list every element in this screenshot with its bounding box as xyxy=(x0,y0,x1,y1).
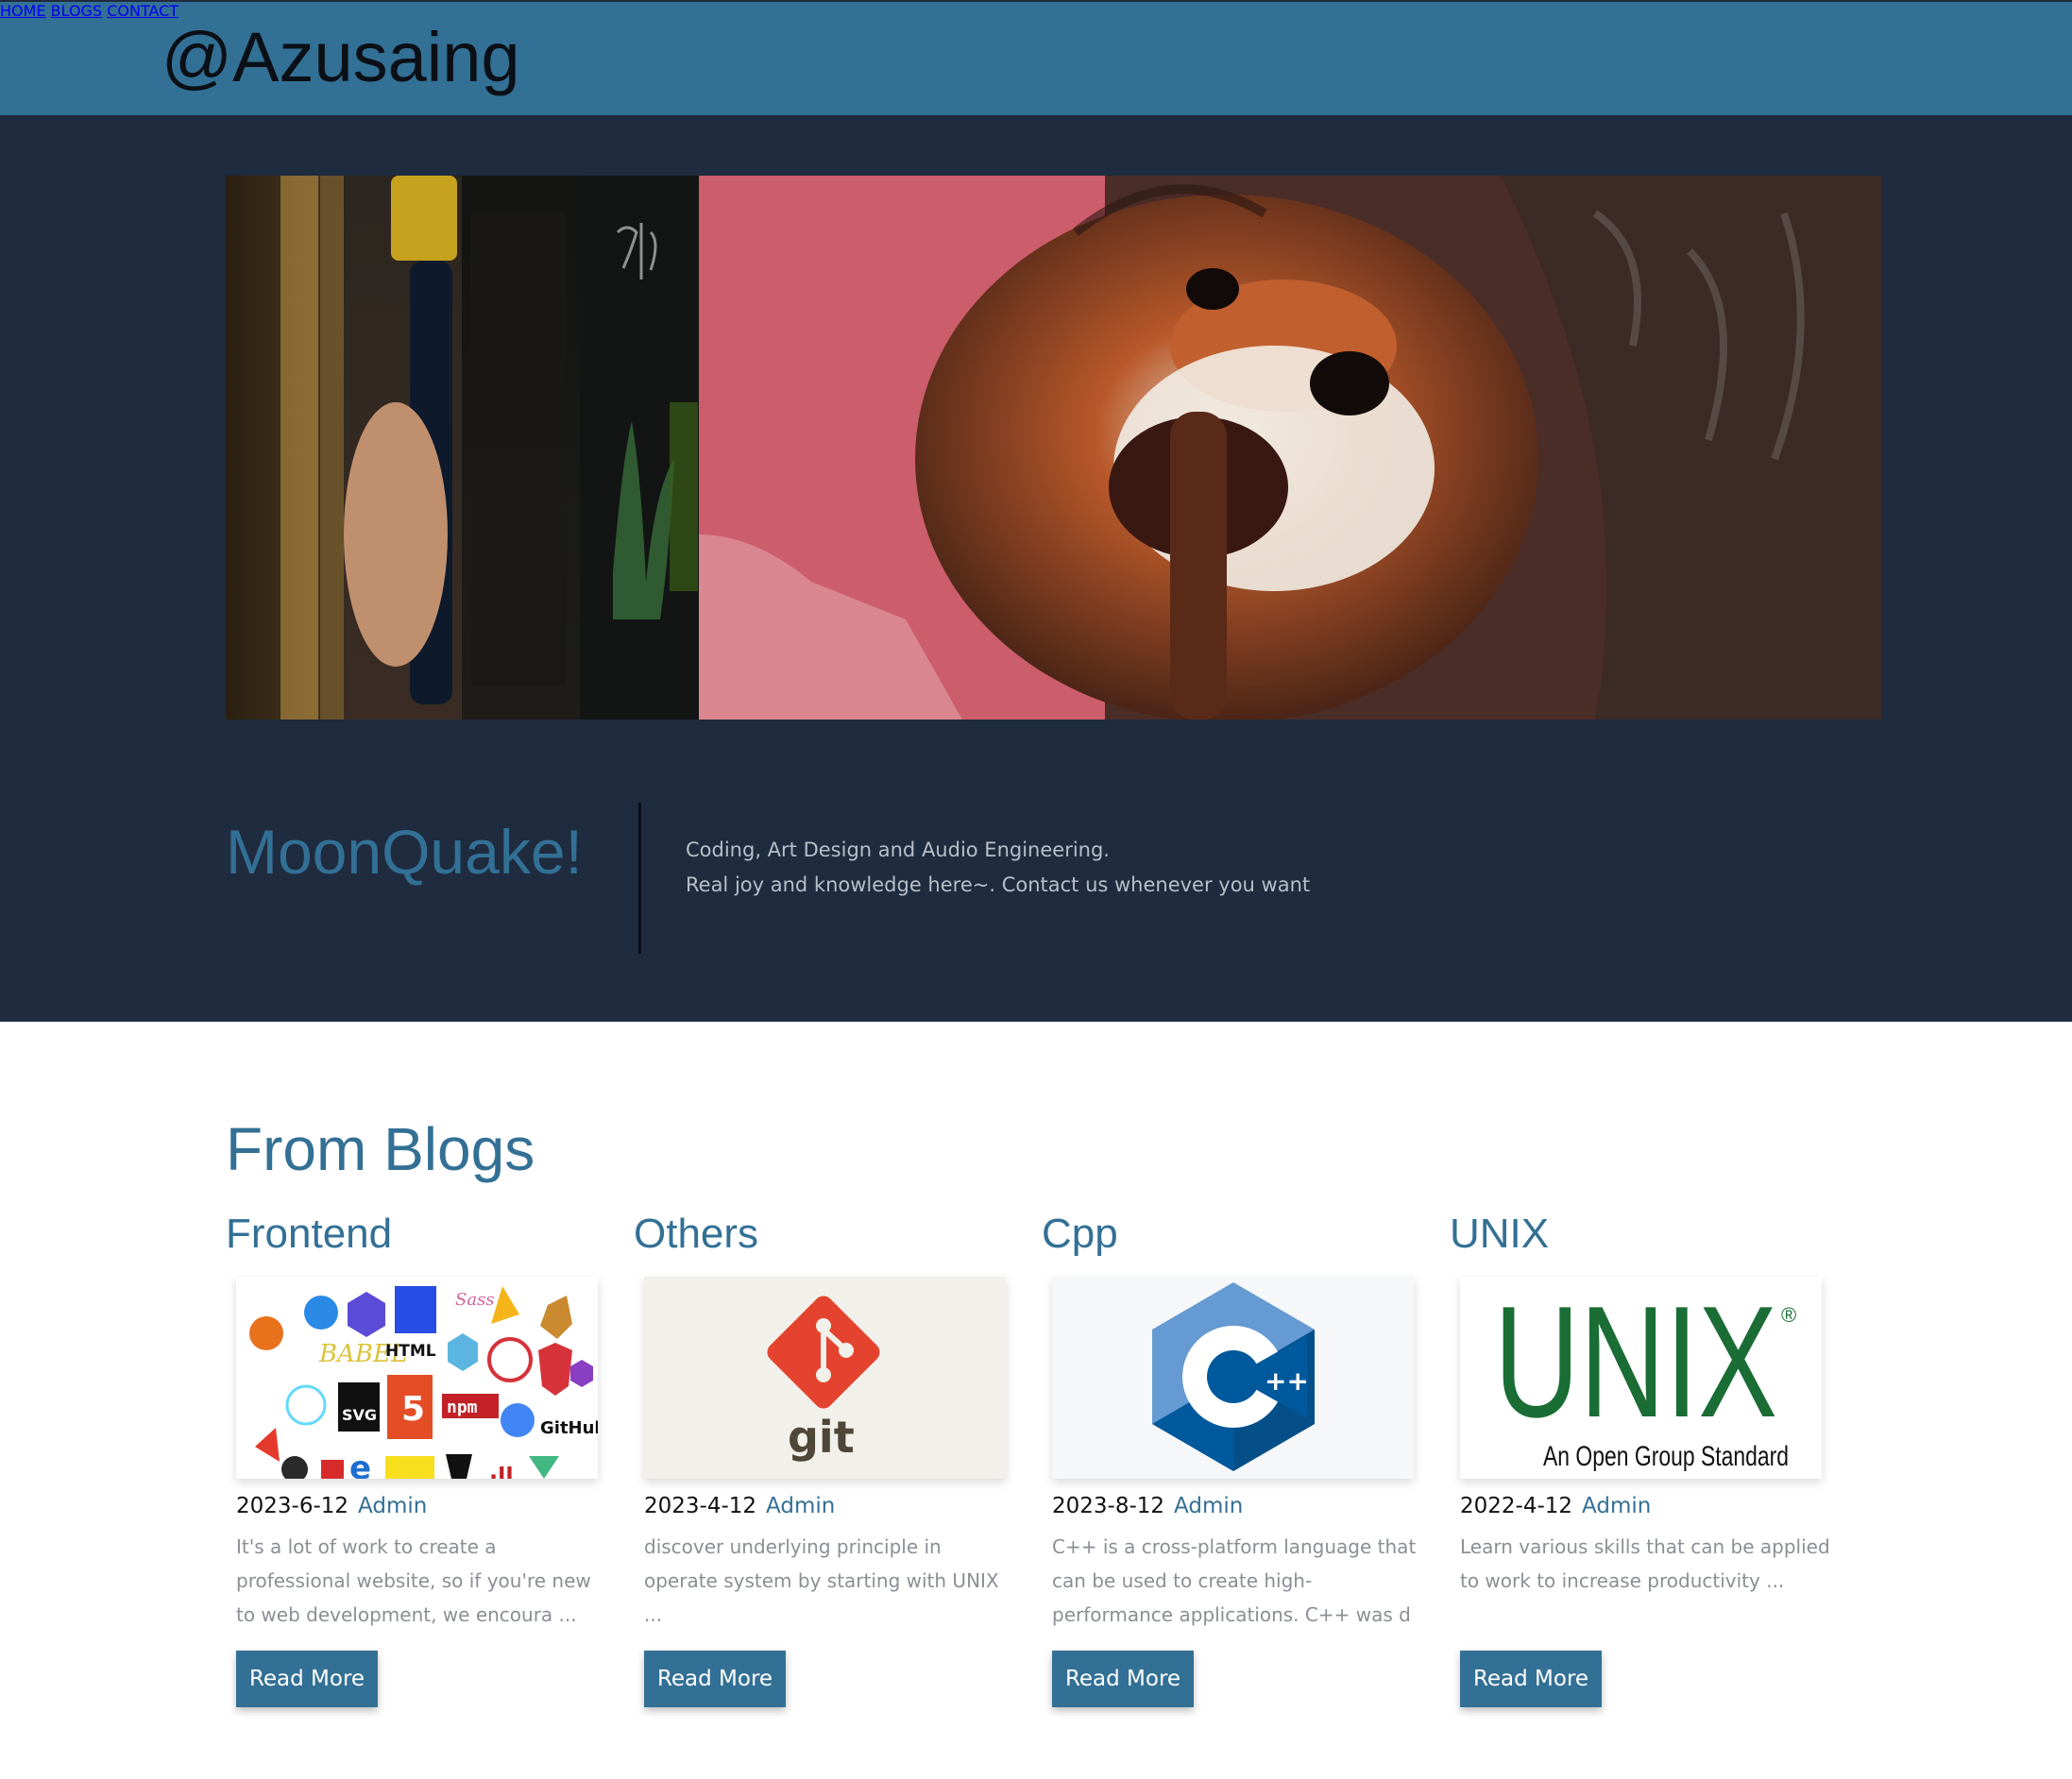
blog-meta: 2023-8-12 Admin xyxy=(1052,1494,1243,1518)
cpp-plus-label: ++ xyxy=(1265,1365,1309,1397)
npm-label: npm xyxy=(447,1398,478,1417)
brand-logo-text[interactable]: @Azusaing xyxy=(161,15,520,100)
blog-meta: 2023-6-12 Admin xyxy=(236,1494,427,1518)
blog-excerpt: It's a lot of work to create a professio… xyxy=(236,1535,591,1626)
git-label: git xyxy=(788,1412,855,1463)
blog-category[interactable]: Cpp xyxy=(1042,1211,1118,1258)
registered-mark: ® xyxy=(1781,1303,1796,1327)
git-logo-image: git xyxy=(644,1277,1006,1479)
read-more-button[interactable]: Read More xyxy=(236,1651,378,1707)
hero-collage-illustration xyxy=(226,176,1881,720)
blog-category[interactable]: Frontend xyxy=(226,1211,392,1258)
blogs-section-title: From Blogs xyxy=(226,1115,535,1183)
blog-category[interactable]: Others xyxy=(634,1211,758,1258)
blog-author-link[interactable]: Admin xyxy=(766,1494,835,1518)
blog-thumbnail-unix[interactable]: UNIX ® An Open Group Standard xyxy=(1460,1277,1822,1479)
frontend-logos-image: Sass BABEL HTML SVG 5 npm GitHub e .ıı xyxy=(236,1277,598,1479)
blog-card-cpp: Cpp ++ 2023-8-12 Admin C++ is a cross-pla… xyxy=(1042,1211,1419,1720)
top-navbar: @Azusaing HOME BLOGS CONTACT xyxy=(0,0,2072,115)
read-more-button[interactable]: Read More xyxy=(1460,1651,1602,1707)
blog-thumbnail-frontend[interactable]: Sass BABEL HTML SVG 5 npm GitHub e .ıı xyxy=(236,1277,598,1479)
svg-label: SVG xyxy=(342,1406,377,1424)
svg-text:e: e xyxy=(349,1449,371,1479)
blog-date: 2023-4-12 xyxy=(644,1494,757,1518)
blog-author-link[interactable]: Admin xyxy=(1582,1494,1651,1518)
hero-description-line-1: Coding, Art Design and Audio Engineering… xyxy=(686,839,1110,861)
svg-text:.ıı: .ıı xyxy=(489,1458,514,1479)
blog-excerpt: Learn various skills that can be applied… xyxy=(1460,1535,1830,1592)
blog-date: 2022-4-12 xyxy=(1460,1494,1573,1518)
unix-wordmark: UNIX xyxy=(1494,1277,1777,1450)
blog-excerpt: discover underlying principle in operate… xyxy=(644,1535,999,1626)
blog-category[interactable]: UNIX xyxy=(1450,1211,1549,1258)
blog-meta: 2022-4-12 Admin xyxy=(1460,1494,1651,1518)
blog-meta: 2023-4-12 Admin xyxy=(644,1494,835,1518)
hero-title: MoonQuake! xyxy=(226,817,583,887)
hero-divider xyxy=(638,803,641,954)
nav-home-link[interactable]: HOME xyxy=(0,2,46,20)
html-label: HTML xyxy=(385,1342,436,1361)
blog-thumbnail-others[interactable]: git xyxy=(644,1277,1006,1479)
unix-tagline: An Open Group Standard xyxy=(1543,1441,1789,1472)
read-more-button[interactable]: Read More xyxy=(1052,1651,1194,1707)
blog-author-link[interactable]: Admin xyxy=(1174,1494,1243,1518)
blog-card-unix: UNIX UNIX ® An Open Group Standard 2022-… xyxy=(1450,1211,1830,1720)
hero-banner-image xyxy=(226,176,1881,720)
hero-description: Coding, Art Design and Audio Engineering… xyxy=(686,833,1310,903)
github-label: GitHub xyxy=(540,1418,598,1438)
svg-text:Sass: Sass xyxy=(455,1290,495,1310)
blog-card-frontend: Frontend Sass BABEL HTML SVG 5 npm GitHu… xyxy=(226,1211,603,1720)
blog-thumbnail-cpp[interactable]: ++ xyxy=(1052,1277,1414,1479)
unix-logo-image: UNIX ® An Open Group Standard xyxy=(1460,1277,1822,1479)
read-more-button[interactable]: Read More xyxy=(644,1651,786,1707)
blog-author-link[interactable]: Admin xyxy=(358,1494,427,1518)
nav-blogs-link[interactable]: BLOGS xyxy=(51,2,102,20)
hero-description-line-2: Real joy and knowledge here~. Contact us… xyxy=(686,873,1311,896)
blog-date: 2023-8-12 xyxy=(1052,1494,1165,1518)
svg-text:5: 5 xyxy=(401,1390,425,1429)
blog-excerpt: C++ is a cross-platform language that ca… xyxy=(1052,1535,1417,1660)
blog-card-others: Others git 2023-4-12 Admin discover under… xyxy=(634,1211,1011,1720)
blog-date: 2023-6-12 xyxy=(236,1494,349,1518)
hero-section: MoonQuake! Coding, Art Design and Audio … xyxy=(0,115,2072,1022)
cpp-logo-image: ++ xyxy=(1052,1277,1414,1479)
